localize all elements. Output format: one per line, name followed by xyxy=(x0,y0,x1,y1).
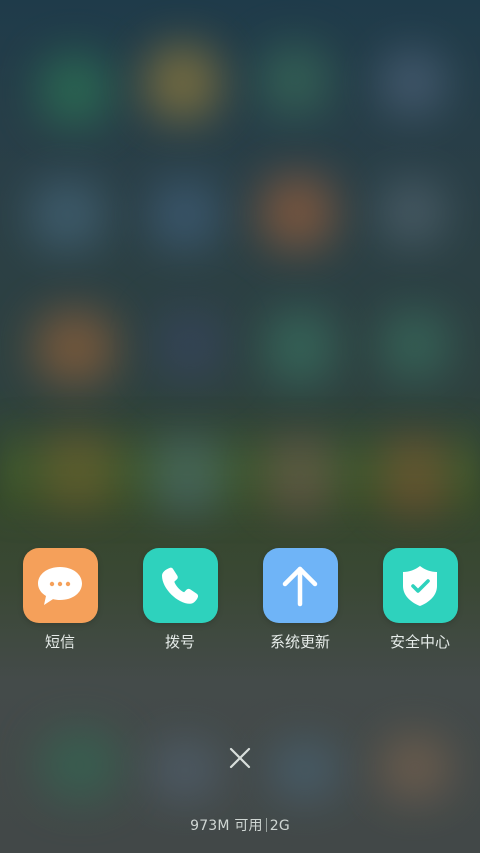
recent-app-sms[interactable]: 短信 xyxy=(0,548,120,652)
memory-available: 973M 可用 xyxy=(190,818,263,834)
phone-icon xyxy=(162,567,199,604)
memory-status: 973M 可用 2G xyxy=(0,815,480,835)
updater-app-label: 系统更新 xyxy=(269,633,330,651)
memory-divider xyxy=(265,818,267,832)
security-app-icon[interactable] xyxy=(382,548,458,623)
memory-total: 2G xyxy=(269,818,290,834)
dialer-app-label: 拨号 xyxy=(164,633,195,651)
recent-app-security[interactable]: 安全中心 xyxy=(360,548,480,652)
blurred-wallpaper xyxy=(0,0,480,853)
clear-recents-button[interactable] xyxy=(228,746,252,770)
recent-apps-row: 短信 拨号 系统更新 安全中心 xyxy=(0,548,480,658)
dialer-app-icon[interactable] xyxy=(142,548,218,623)
shield-check-icon xyxy=(403,565,437,606)
chat-bubble-icon xyxy=(38,566,82,605)
close-icon xyxy=(229,747,251,769)
recent-app-dialer[interactable]: 拨号 xyxy=(120,548,240,652)
arrow-up-icon xyxy=(282,566,318,606)
recent-app-updater[interactable]: 系统更新 xyxy=(240,548,360,652)
security-app-label: 安全中心 xyxy=(389,633,450,651)
updater-app-icon[interactable] xyxy=(262,548,338,623)
sms-app-icon[interactable] xyxy=(22,548,98,623)
sms-app-label: 短信 xyxy=(44,633,75,651)
